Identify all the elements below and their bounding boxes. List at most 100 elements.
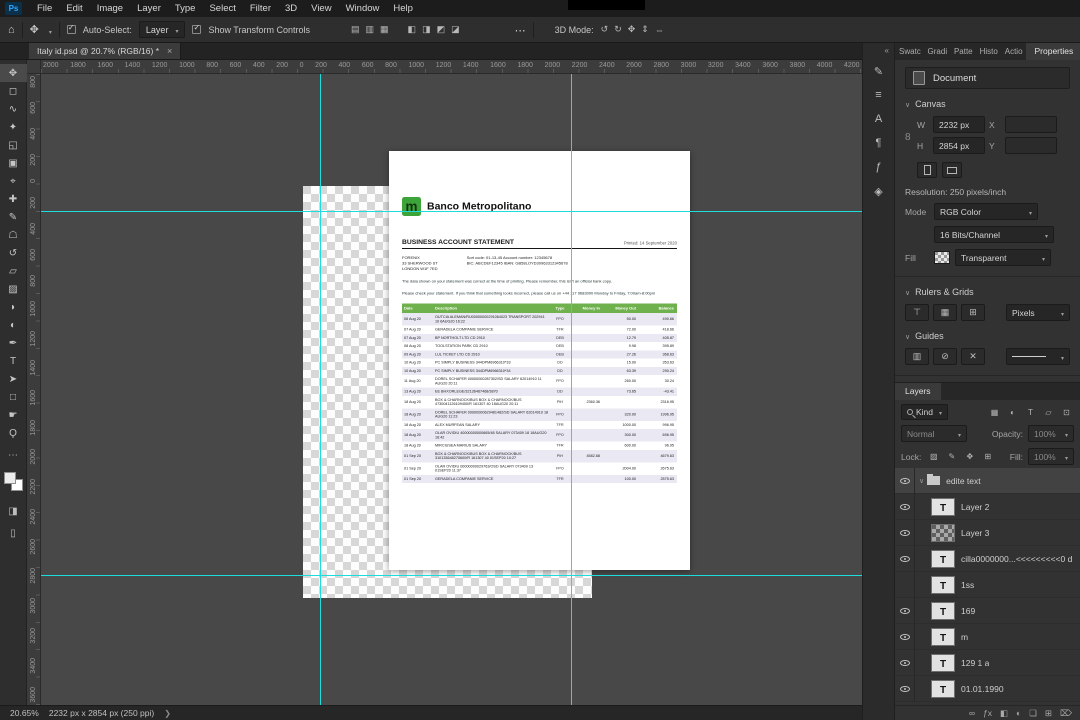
foreground-color-swatch[interactable] [3,472,16,484]
link-dimensions-icon[interactable] [905,116,917,158]
menu-item[interactable]: File [30,0,59,17]
landscape-orientation-button[interactable] [942,162,962,178]
layer-row[interactable]: 01.01.1990 [895,675,1080,702]
menu-item[interactable]: 3D [278,0,304,17]
toggle-rulers-icon[interactable]: ⊤ [905,304,929,321]
document-selector[interactable]: Document [905,67,1070,89]
layer-thumbnail[interactable] [931,601,955,620]
section-canvas-header[interactable]: Canvas [905,99,1070,109]
layer-thumbnail[interactable] [931,549,955,568]
toggle-snap-icon[interactable]: ⊞ [961,304,985,321]
character-panel-icon[interactable]: A [862,107,895,131]
new-layer-icon[interactable]: ⊞ [1045,706,1052,720]
layer-visibility-toggle[interactable] [895,597,915,624]
history-brush-tool[interactable]: ↺ [0,244,27,262]
color-swatches[interactable] [0,470,27,498]
layer-visibility-toggle[interactable] [895,571,915,598]
home-icon[interactable]: ⌂ [8,24,15,36]
zoom-tool[interactable]: Ϙ [0,424,27,442]
group-disclosure-icon[interactable] [919,477,924,485]
blend-mode-select[interactable]: Normal [901,425,967,442]
filter-pixel-layers-icon[interactable]: ▦ [987,405,1002,419]
layer-row[interactable]: 169 [895,597,1080,624]
menu-item[interactable]: Edit [59,0,89,17]
lock-transparent-pixels-icon[interactable]: ▨ [926,450,941,464]
layer-visibility-toggle[interactable] [895,545,915,572]
swatches-panel-icon[interactable]: ≡ [862,83,895,107]
fill-select[interactable]: Transparent [955,249,1051,266]
layer-visibility-toggle[interactable] [895,675,915,702]
layer-row[interactable]: edite text [895,468,1080,494]
align-top-edges-icon[interactable]: ◧ [408,24,417,35]
align-vertical-centers-icon[interactable]: ◨ [422,24,431,35]
portrait-orientation-button[interactable] [917,162,937,178]
align-right-edges-icon[interactable]: ▦ [380,24,389,35]
zoom-level-field[interactable]: 20.65% [10,708,39,718]
toggle-guides-icon[interactable]: ▥ [905,348,929,365]
layer-row[interactable]: m [895,623,1080,650]
auto-select-checkbox[interactable] [66,23,76,34]
x-input[interactable] [1005,116,1057,133]
lasso-tool[interactable]: ∿ [0,100,27,118]
edit-toolbar-icon[interactable] [0,446,27,464]
lock-image-pixels-icon[interactable]: ✎ [944,450,959,464]
layer-visibility-toggle[interactable] [895,649,915,676]
canvas-area[interactable]: m Banco Metropolitano BUSINESS ACCOUNT S… [41,74,862,705]
tab-layers[interactable]: Layers [895,383,941,400]
menu-item[interactable]: Select [202,0,242,17]
delete-layer-icon[interactable]: ⌦ [1060,706,1072,720]
filter-shape-layers-icon[interactable]: ▱ [1041,405,1056,419]
menu-item[interactable]: Image [90,0,130,17]
toggle-grid-icon[interactable]: ▦ [933,304,957,321]
menu-item[interactable]: View [304,0,338,17]
layer-visibility-toggle[interactable] [895,493,915,520]
menu-item[interactable]: Layer [130,0,168,17]
units-select[interactable]: Pixels [1006,304,1070,321]
layer-row[interactable]: 1ss [895,571,1080,598]
brush-settings-panel-icon[interactable]: ✎ [862,59,895,83]
ruler-corner[interactable] [27,60,41,74]
guide-vertical[interactable] [571,74,572,705]
clone-stamp-tool[interactable]: ☖ [0,226,27,244]
lock-guides-icon[interactable]: ⊘ [933,348,957,365]
horizontal-ruler[interactable]: 2000 1800 1600 1400 1200 1000 800 600 400 200 0 200… [41,60,862,74]
clear-guides-icon[interactable]: ✕ [961,348,985,365]
more-align-options-icon[interactable] [515,21,526,39]
layer-visibility-toggle[interactable] [895,468,915,494]
layer-thumbnail[interactable] [931,497,955,516]
layer-row[interactable]: Layer 3 [895,519,1080,546]
layer-filter-type-select[interactable]: Kind [901,404,949,420]
layer-row[interactable]: Layer 2 [895,493,1080,520]
align-bottom-edges-icon[interactable]: ◩ [437,24,446,35]
quick-selection-tool[interactable]: ✦ [0,118,27,136]
rectangle-tool[interactable]: □ [0,388,27,406]
align-horizontal-centers-icon[interactable]: ▥ [366,24,375,35]
dodge-tool[interactable]: ◐ [0,316,27,334]
panel-tab[interactable]: Histo [976,43,1001,60]
menu-item[interactable]: Window [339,0,387,17]
screen-mode-icon[interactable] [0,524,27,542]
layer-thumbnail[interactable] [931,627,955,646]
filter-adjustment-layers-icon[interactable]: ◐ [1005,405,1020,419]
show-transform-controls-checkbox[interactable] [192,23,202,34]
brush-tool[interactable]: ✎ [0,208,27,226]
paragraph-panel-icon[interactable]: ¶ [862,131,895,155]
eraser-tool[interactable]: ▱ [0,262,27,280]
crop-tool[interactable]: ◱ [0,136,27,154]
photoshop-logo[interactable]: Ps [5,2,22,15]
panel-tab[interactable]: Patte [950,43,976,60]
panel-tab[interactable]: Gradi [924,43,950,60]
layer-thumbnail[interactable] [931,523,955,542]
layer-visibility-toggle[interactable] [895,623,915,650]
menu-item[interactable]: Filter [243,0,278,17]
layer-fill-select[interactable]: 100% [1028,448,1074,465]
add-layer-mask-icon[interactable]: ◧ [1000,706,1008,720]
layer-effects-icon[interactable]: ƒx [983,706,992,720]
width-input[interactable]: 2232 px [933,116,985,133]
y-input[interactable] [1005,137,1057,154]
spot-healing-brush-tool[interactable]: ✚ [0,190,27,208]
document-tab[interactable]: Italy id.psd @ 20.7% (RGB/16) * [29,42,182,59]
filter-type-layers-icon[interactable]: T [1023,405,1038,419]
panel-tab[interactable]: Actio [1001,43,1026,60]
move-tool[interactable]: ✥ [0,64,27,82]
